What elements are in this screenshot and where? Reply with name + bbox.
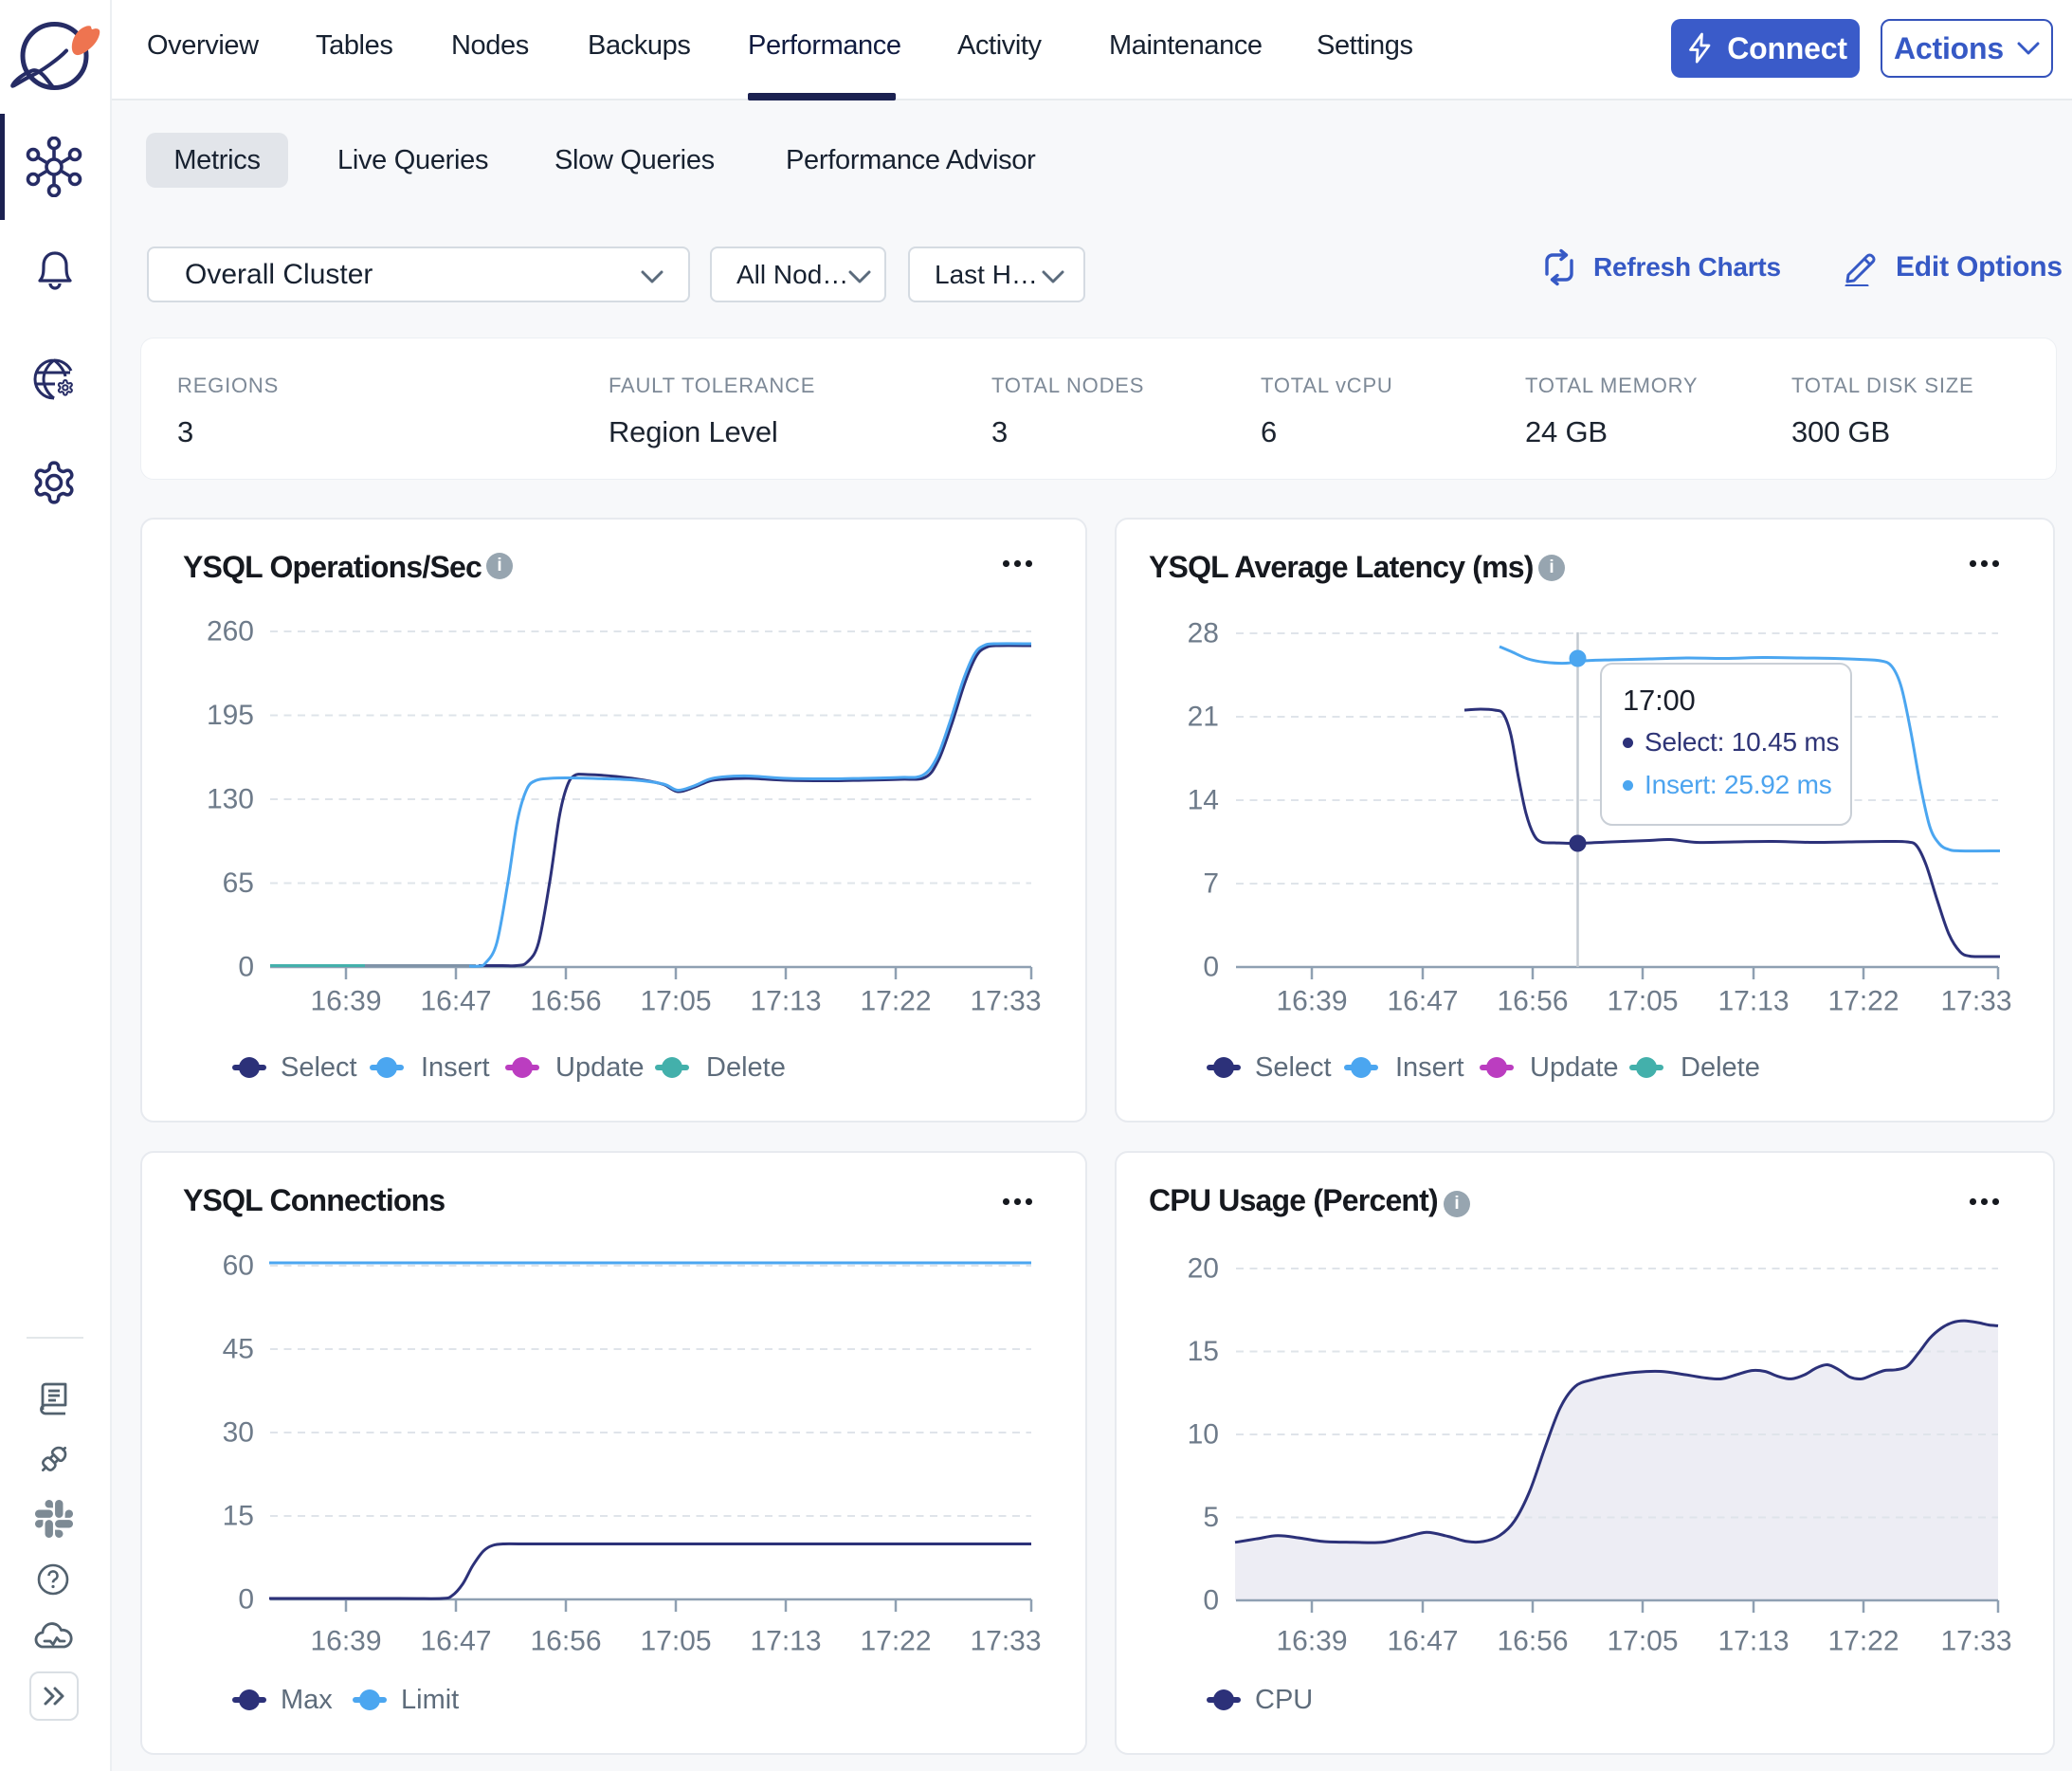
- svg-text:10: 10: [1188, 1419, 1219, 1451]
- svg-text:17:13: 17:13: [1718, 986, 1789, 1017]
- svg-text:16:39: 16:39: [1276, 1626, 1347, 1657]
- svg-text:17:22: 17:22: [860, 986, 931, 1017]
- svg-text:195: 195: [207, 700, 254, 731]
- svg-text:16:56: 16:56: [1497, 986, 1568, 1017]
- svg-text:Delete: Delete: [706, 1052, 786, 1083]
- svg-text:16:39: 16:39: [310, 1626, 381, 1657]
- svg-text:21: 21: [1188, 702, 1219, 733]
- svg-text:Update: Update: [1530, 1052, 1619, 1083]
- svg-text:16:39: 16:39: [1276, 986, 1347, 1017]
- svg-text:17:33: 17:33: [1940, 1626, 2011, 1657]
- svg-text:17:22: 17:22: [860, 1626, 931, 1657]
- svg-text:17:33: 17:33: [1940, 986, 2011, 1017]
- svg-text:260: 260: [207, 616, 254, 648]
- svg-text:17:13: 17:13: [1718, 1626, 1789, 1657]
- svg-text:0: 0: [1203, 1585, 1219, 1616]
- svg-text:5: 5: [1203, 1502, 1219, 1533]
- svg-text:15: 15: [1188, 1336, 1219, 1367]
- svg-text:17:22: 17:22: [1827, 1626, 1899, 1657]
- svg-text:0: 0: [1203, 952, 1219, 983]
- svg-text:20: 20: [1188, 1253, 1219, 1285]
- svg-text:Max: Max: [281, 1685, 333, 1715]
- svg-text:16:39: 16:39: [310, 986, 381, 1017]
- svg-text:Insert: Insert: [1395, 1052, 1464, 1083]
- svg-text:Select: Select: [281, 1052, 357, 1083]
- svg-text:17:33: 17:33: [970, 1626, 1041, 1657]
- svg-text:16:56: 16:56: [530, 986, 601, 1017]
- svg-text:28: 28: [1188, 618, 1219, 649]
- svg-text:45: 45: [223, 1334, 254, 1365]
- svg-text:0: 0: [238, 1584, 254, 1616]
- svg-text:Delete: Delete: [1681, 1052, 1760, 1083]
- svg-text:Update: Update: [555, 1052, 645, 1083]
- svg-text:CPU: CPU: [1255, 1685, 1313, 1715]
- svg-text:Limit: Limit: [401, 1685, 459, 1715]
- svg-text:60: 60: [223, 1251, 254, 1282]
- svg-text:17:13: 17:13: [750, 986, 821, 1017]
- svg-text:16:56: 16:56: [530, 1626, 601, 1657]
- svg-text:16:47: 16:47: [420, 1626, 491, 1657]
- svg-text:17:05: 17:05: [640, 986, 711, 1017]
- svg-text:17:13: 17:13: [750, 1626, 821, 1657]
- svg-text:15: 15: [223, 1501, 254, 1532]
- svg-text:16:47: 16:47: [1387, 986, 1458, 1017]
- svg-text:16:47: 16:47: [1387, 1626, 1458, 1657]
- svg-text:17:22: 17:22: [1827, 986, 1899, 1017]
- svg-text:16:47: 16:47: [420, 986, 491, 1017]
- svg-text:16:56: 16:56: [1497, 1626, 1568, 1657]
- svg-text:17:05: 17:05: [640, 1626, 711, 1657]
- svg-text:17:05: 17:05: [1607, 1626, 1678, 1657]
- svg-text:17:05: 17:05: [1607, 986, 1678, 1017]
- svg-text:65: 65: [223, 867, 254, 899]
- svg-text:Select: Select: [1255, 1052, 1332, 1083]
- svg-text:130: 130: [207, 784, 254, 815]
- svg-text:30: 30: [223, 1417, 254, 1449]
- svg-text:14: 14: [1188, 785, 1219, 816]
- svg-text:17:33: 17:33: [970, 986, 1041, 1017]
- svg-text:0: 0: [238, 952, 254, 983]
- svg-text:7: 7: [1203, 868, 1219, 900]
- svg-text:Insert: Insert: [421, 1052, 490, 1083]
